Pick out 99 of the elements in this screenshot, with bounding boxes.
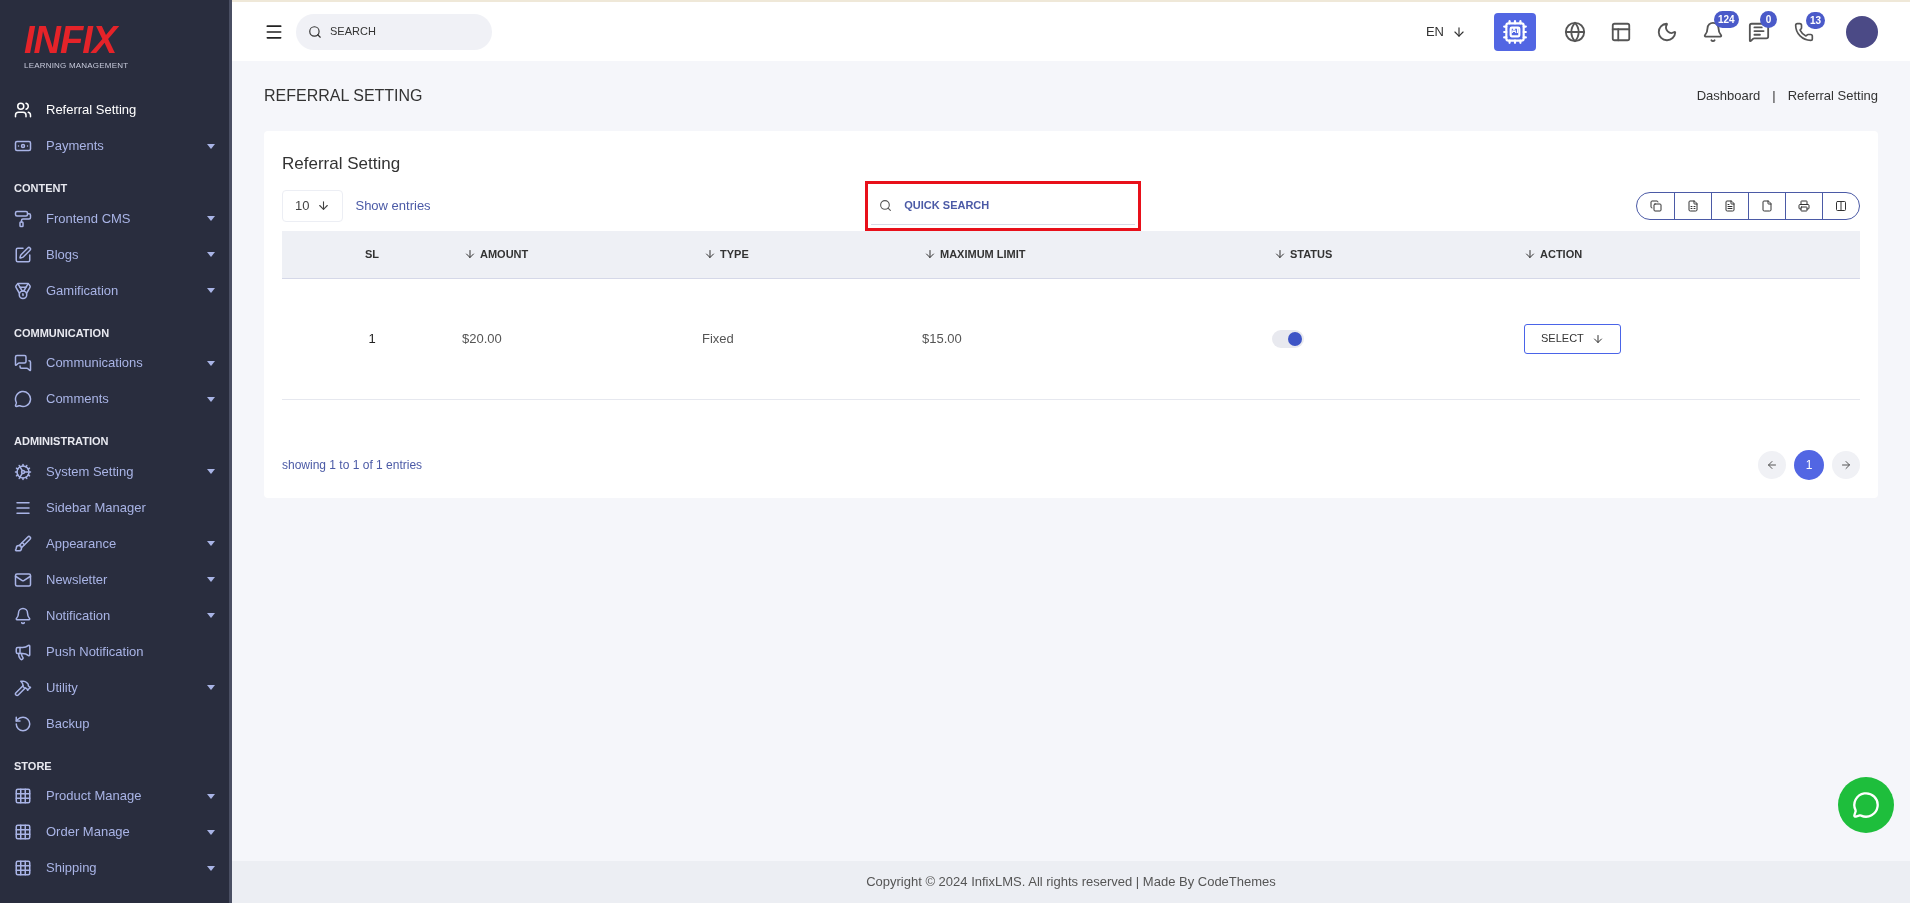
sidebar-item[interactable]: Gamification bbox=[0, 272, 229, 309]
sidebar-item[interactable]: Payments bbox=[0, 128, 229, 164]
status-toggle[interactable] bbox=[1272, 329, 1304, 348]
table-cell-text: Fixed bbox=[702, 329, 735, 348]
sidebar-item[interactable]: Frontend CMS bbox=[0, 200, 229, 237]
entries-summary: showing 1 to 1 of 1 entries bbox=[282, 456, 424, 474]
speech-bubble-icon bbox=[14, 390, 32, 408]
breadcrumb-separator: | bbox=[1772, 87, 1776, 106]
arrow-left-icon bbox=[1766, 458, 1778, 471]
sidebar-item[interactable]: Blogs bbox=[0, 236, 229, 273]
caret-icon bbox=[207, 252, 215, 257]
sort-arrow-icon bbox=[1274, 248, 1286, 260]
section-heading: STORE bbox=[13, 758, 53, 774]
arrow-right-icon bbox=[1840, 458, 1852, 471]
layout-icon[interactable] bbox=[1610, 20, 1632, 43]
breadcrumb-link[interactable]: Referral Setting bbox=[1787, 86, 1878, 106]
column-header[interactable]: SL bbox=[282, 245, 462, 263]
sidebar-item[interactable]: Appearance bbox=[0, 525, 229, 562]
caret-icon bbox=[207, 829, 215, 835]
page-size-select[interactable]: 10 bbox=[282, 189, 344, 222]
sidebar-item[interactable]: System Setting bbox=[0, 453, 229, 490]
paint-roller-icon bbox=[14, 209, 32, 228]
moon-icon[interactable] bbox=[1656, 20, 1678, 43]
select-button[interactable]: SELECT bbox=[1524, 323, 1621, 354]
brush-icon bbox=[14, 534, 32, 553]
users-icon bbox=[14, 101, 32, 119]
section-heading: COMMUNICATION bbox=[13, 325, 111, 341]
search-field[interactable]: SEARCH bbox=[296, 13, 492, 50]
column-header[interactable]: STATUS bbox=[1272, 245, 1522, 263]
caret-icon bbox=[207, 216, 215, 221]
megaphone-icon bbox=[14, 642, 32, 661]
language-selector[interactable]: EN bbox=[1425, 21, 1466, 42]
sidebar-item[interactable]: Communications bbox=[0, 345, 229, 381]
sidebar-item[interactable]: Notification bbox=[0, 597, 229, 634]
caret-icon bbox=[207, 613, 215, 618]
sidebar-item[interactable]: Push Notification bbox=[0, 633, 229, 670]
table-cell-text: 1 bbox=[367, 329, 377, 348]
chat-bubbles-icon bbox=[14, 354, 32, 372]
arrow-down-icon bbox=[317, 199, 331, 212]
envelope-icon bbox=[14, 570, 32, 589]
count-badge: 124 bbox=[1714, 10, 1739, 28]
sidebar-item[interactable]: Comments bbox=[0, 381, 229, 417]
caret-icon bbox=[207, 541, 215, 546]
footer: Copyright © 2024 InfixLMS. All rights reserved | Made By CodeThemes bbox=[232, 861, 1910, 903]
logo-tagline: LEARNING MANAGEMENT bbox=[24, 60, 129, 72]
table-cell-text: $20.00 bbox=[462, 329, 503, 348]
grid-icon bbox=[14, 787, 32, 805]
sort-arrow-icon bbox=[704, 248, 716, 260]
sort-arrow-icon bbox=[464, 248, 476, 260]
page-button[interactable]: 1 bbox=[1794, 449, 1824, 480]
chat-bubble-icon bbox=[1852, 791, 1880, 819]
sidebar-item[interactable]: Sidebar Manager bbox=[0, 489, 229, 526]
section-heading: CONTENT bbox=[13, 181, 69, 196]
sort-arrow-icon bbox=[1524, 248, 1536, 260]
caret-icon bbox=[207, 793, 215, 799]
caret-icon bbox=[207, 577, 215, 582]
card-title: Referral Setting bbox=[282, 153, 402, 175]
quick-search-field[interactable]: QUICK SEARCH bbox=[871, 186, 1136, 225]
search-icon bbox=[879, 198, 893, 212]
sidebar-item[interactable]: Product Manage bbox=[0, 778, 229, 814]
pencil-icon bbox=[14, 245, 32, 264]
column-header[interactable]: AMOUNT bbox=[462, 245, 702, 263]
hammer-icon bbox=[14, 678, 32, 697]
caret-icon bbox=[207, 143, 215, 149]
caret-icon bbox=[207, 396, 215, 402]
count-badge: 13 bbox=[1806, 11, 1826, 29]
rotate-icon bbox=[14, 714, 32, 733]
sidebar-item[interactable]: Referral Setting bbox=[0, 92, 229, 128]
grid-icon bbox=[14, 823, 32, 841]
medal-icon bbox=[14, 281, 32, 300]
sidebar-item[interactable]: Backup bbox=[0, 705, 229, 742]
breadcrumb-link[interactable]: Dashboard bbox=[1696, 86, 1761, 106]
column-header[interactable]: ACTION bbox=[1522, 245, 1860, 263]
caret-icon bbox=[207, 360, 215, 366]
avatar[interactable] bbox=[1846, 15, 1878, 48]
table-cell-text: $15.00 bbox=[922, 329, 963, 348]
arrow-down-icon bbox=[1591, 332, 1604, 345]
sidebar-item[interactable]: Shipping bbox=[0, 850, 229, 886]
show-entries-label: Show entries bbox=[355, 196, 431, 215]
sidebar-item[interactable]: Utility bbox=[0, 669, 229, 706]
chip-icon bbox=[1502, 18, 1528, 45]
sidebar-item[interactable]: Newsletter bbox=[0, 561, 229, 598]
globe-icon[interactable] bbox=[1564, 20, 1586, 43]
section-heading: ADMINISTRATION bbox=[13, 434, 110, 449]
search-icon bbox=[308, 24, 322, 39]
sort-arrow-icon bbox=[924, 248, 936, 260]
caret-icon bbox=[207, 469, 215, 474]
sidebar-item[interactable]: Order Manage bbox=[0, 814, 229, 850]
arrow-down-icon bbox=[1452, 24, 1466, 39]
bell-icon bbox=[14, 606, 32, 625]
caret-icon bbox=[207, 288, 215, 293]
column-header[interactable]: TYPE bbox=[702, 245, 922, 263]
column-header[interactable]: MAXIMUM LIMIT bbox=[922, 245, 1272, 263]
caret-icon bbox=[207, 685, 215, 690]
grid-icon bbox=[14, 859, 32, 877]
logo-wordmark: INFIX bbox=[24, 20, 117, 60]
page-title: REFERRAL SETTING bbox=[264, 86, 423, 106]
caret-icon bbox=[207, 865, 215, 871]
count-badge: 0 bbox=[1760, 10, 1777, 28]
